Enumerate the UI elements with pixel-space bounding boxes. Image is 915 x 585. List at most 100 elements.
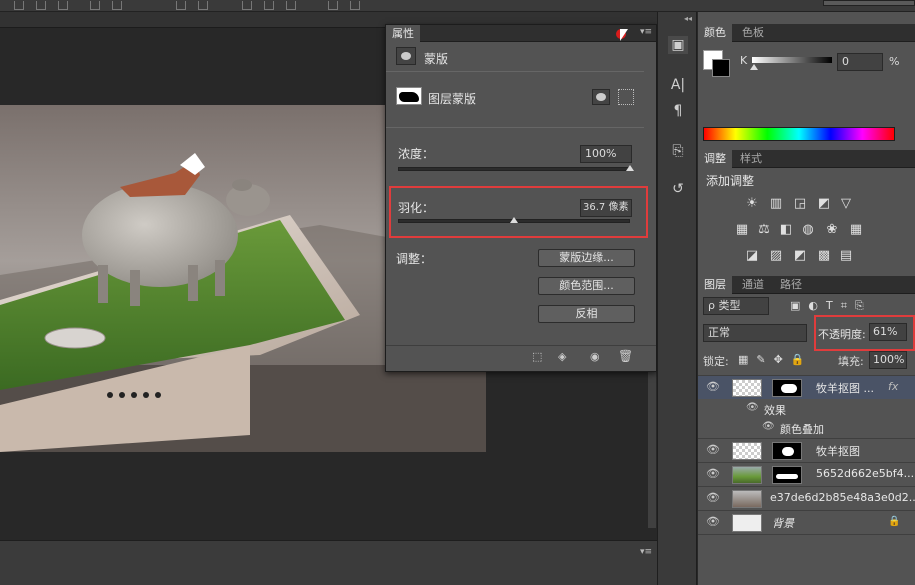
character-icon[interactable]: A| bbox=[668, 76, 688, 94]
toolbar-button[interactable] bbox=[242, 1, 252, 10]
tab-adjustments[interactable]: 调整 bbox=[698, 150, 732, 168]
visibility-eye-icon[interactable]: 👁 bbox=[746, 402, 759, 413]
fill-input[interactable]: 100% bbox=[869, 351, 907, 369]
invert-adjust-icon[interactable]: ◪ bbox=[744, 248, 760, 264]
tab-styles[interactable]: 样式 bbox=[734, 150, 768, 168]
toolbar-button[interactable] bbox=[112, 1, 122, 10]
layer-mask-thumbnail[interactable] bbox=[396, 87, 422, 105]
tab-layers[interactable]: 图层 bbox=[698, 276, 732, 294]
visibility-icon[interactable]: ◉ bbox=[590, 350, 600, 363]
effects-row[interactable]: 👁 效果 bbox=[698, 400, 915, 418]
invert-button[interactable]: 反相 bbox=[538, 305, 635, 323]
lock-label: 锁定: bbox=[703, 355, 729, 368]
history-icon[interactable]: ↺ bbox=[668, 180, 688, 198]
select-pixel-mask-button[interactable] bbox=[592, 89, 610, 105]
toolbar-button[interactable] bbox=[58, 1, 68, 10]
photo-filter-icon[interactable]: ◍ bbox=[800, 222, 816, 238]
visibility-eye-icon[interactable]: 👁 bbox=[706, 468, 720, 480]
toolbar-button[interactable] bbox=[264, 1, 274, 10]
adjustment-tabs: 调整 样式 bbox=[698, 150, 915, 168]
toolbar-button[interactable] bbox=[176, 1, 186, 10]
toolbar-button[interactable] bbox=[328, 1, 338, 10]
density-slider-thumb[interactable] bbox=[626, 165, 634, 171]
layer-mask-thumbnail[interactable] bbox=[772, 442, 802, 460]
tab-color[interactable]: 颜色 bbox=[698, 24, 732, 42]
hue-saturation-icon[interactable]: ▦ bbox=[734, 222, 750, 238]
trash-icon[interactable]: 🗑 bbox=[618, 349, 633, 363]
effects-label: 效果 bbox=[764, 404, 786, 417]
toolbar-button[interactable] bbox=[350, 1, 360, 10]
layer-row[interactable]: 👁 牧羊抠图 ... fx bbox=[698, 375, 915, 399]
layer-mask-thumbnail[interactable] bbox=[772, 466, 802, 484]
panel-menu-icon[interactable]: ▾≡ bbox=[640, 547, 652, 557]
layer-filter-select[interactable]: ρ 类型 bbox=[703, 297, 769, 315]
select-vector-mask-button[interactable] bbox=[618, 89, 634, 105]
layer-thumbnail bbox=[732, 514, 762, 532]
workspace-switcher[interactable] bbox=[823, 0, 915, 6]
k-channel-label: K bbox=[740, 54, 748, 67]
timeline-panel: ▾≡ bbox=[0, 540, 657, 585]
layer-row[interactable]: 👁 背景 🔒 bbox=[698, 510, 915, 534]
toolbar-button[interactable] bbox=[36, 1, 46, 10]
black-white-icon[interactable]: ◧ bbox=[778, 222, 794, 238]
load-selection-icon[interactable]: ⬚ bbox=[532, 350, 542, 363]
opacity-highlight-box bbox=[814, 315, 915, 351]
layer-mask-label: 图层蒙版 bbox=[428, 92, 477, 106]
color-lookup-icon[interactable]: ▦ bbox=[848, 222, 864, 238]
brightness-icon[interactable]: ☀ bbox=[744, 196, 760, 212]
toolbar-button[interactable] bbox=[90, 1, 100, 10]
visibility-eye-icon[interactable]: 👁 bbox=[706, 492, 720, 504]
k-value-input[interactable]: 0 bbox=[837, 53, 883, 71]
paragraph-icon[interactable]: ¶ bbox=[668, 102, 688, 120]
properties-icon[interactable]: ▣ bbox=[668, 36, 688, 54]
visibility-eye-icon[interactable]: 👁 bbox=[762, 421, 775, 432]
color-spectrum[interactable] bbox=[703, 127, 895, 141]
feather-highlight-box bbox=[389, 186, 648, 238]
apply-mask-icon[interactable]: ◈ bbox=[558, 350, 566, 363]
visibility-eye-icon[interactable]: 👁 bbox=[706, 444, 720, 456]
lock-icon: 🔒 bbox=[888, 516, 901, 527]
channel-mixer-icon[interactable]: ❀ bbox=[824, 222, 840, 238]
layer-row[interactable]: 👁 牧羊抠图 bbox=[698, 438, 915, 462]
lock-icons[interactable]: ▦✎✥🔒 bbox=[738, 353, 813, 366]
mouse-cursor-icon bbox=[620, 29, 628, 41]
levels-icon[interactable]: ▥ bbox=[768, 196, 784, 212]
layer-row[interactable]: 👁 e37de6d2b85e48a3e0d2... bbox=[698, 486, 915, 510]
color-range-button[interactable]: 颜色范围... bbox=[538, 277, 635, 295]
exposure-icon[interactable]: ◩ bbox=[816, 196, 832, 212]
background-color-swatch[interactable] bbox=[712, 59, 730, 77]
blend-mode-select[interactable]: 正常 bbox=[703, 324, 807, 342]
fx-icon[interactable]: fx bbox=[888, 380, 898, 393]
filter-icons[interactable]: ▣◐T⌗⎘ bbox=[790, 299, 872, 313]
toolbar-button[interactable] bbox=[198, 1, 208, 10]
effect-item-row[interactable]: 👁 颜色叠加 bbox=[698, 418, 915, 438]
color-tabs: 颜色 色板 bbox=[698, 24, 915, 42]
k-slider-thumb[interactable] bbox=[750, 64, 758, 70]
k-unit-label: % bbox=[889, 55, 900, 68]
toolbar-button[interactable] bbox=[286, 1, 296, 10]
mask-type-icon bbox=[396, 47, 416, 65]
clone-source-icon[interactable]: ⎘ bbox=[668, 142, 688, 160]
layer-row[interactable]: 👁 5652d662e5bf4... bbox=[698, 462, 915, 486]
curves-icon[interactable]: ◲ bbox=[792, 196, 808, 212]
tab-channels[interactable]: 通道 bbox=[736, 276, 770, 294]
density-slider[interactable] bbox=[398, 167, 630, 171]
mask-edge-button[interactable]: 蒙版边缘... bbox=[538, 249, 635, 267]
density-input[interactable]: 100% bbox=[580, 145, 632, 163]
collapse-icon[interactable]: ◂◂ bbox=[684, 14, 692, 23]
k-slider[interactable] bbox=[752, 57, 832, 63]
tab-swatches[interactable]: 色板 bbox=[736, 24, 770, 42]
visibility-eye-icon[interactable]: 👁 bbox=[706, 381, 720, 393]
selective-color-icon[interactable]: ▩ bbox=[816, 248, 832, 264]
vibrance-icon[interactable]: ▽ bbox=[838, 196, 854, 212]
toolbar-button[interactable] bbox=[14, 1, 24, 10]
gradient-map-icon[interactable]: ▤ bbox=[838, 248, 854, 264]
panel-menu-icon[interactable]: ▾≡ bbox=[640, 27, 652, 37]
threshold-icon[interactable]: ◩ bbox=[792, 248, 808, 264]
color-balance-icon[interactable]: ⚖ bbox=[756, 222, 772, 238]
layer-mask-thumbnail[interactable] bbox=[772, 379, 802, 397]
tab-paths[interactable]: 路径 bbox=[774, 276, 808, 294]
visibility-eye-icon[interactable]: 👁 bbox=[706, 516, 720, 528]
tab-properties[interactable]: 属性 bbox=[386, 25, 420, 42]
posterize-icon[interactable]: ▨ bbox=[768, 248, 784, 264]
